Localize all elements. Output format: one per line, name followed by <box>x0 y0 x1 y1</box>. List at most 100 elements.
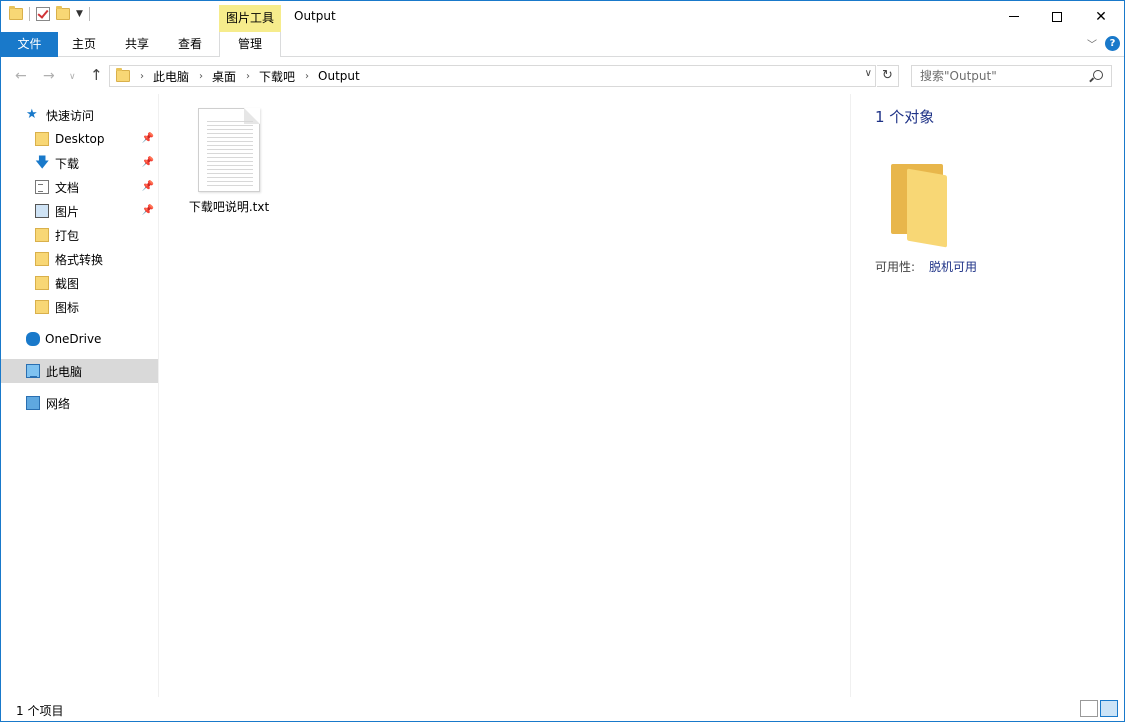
folder-icon[interactable] <box>9 6 23 20</box>
tab-home[interactable]: 主页 <box>61 32 107 57</box>
search-input[interactable] <box>920 66 1090 86</box>
address-dropdown-chevron-icon[interactable]: ∨ <box>865 68 872 79</box>
qat-separator <box>29 7 30 21</box>
quick-access-toolbar: ▼ <box>9 6 90 21</box>
sidebar-item-network[interactable]: 网络 <box>1 391 158 415</box>
close-button[interactable]: ✕ <box>1078 1 1124 32</box>
sidebar-item-label: 下载 <box>55 156 80 171</box>
expand-ribbon-chevron-icon[interactable]: ﹀ <box>1087 36 1097 51</box>
tab-manage[interactable]: 管理 <box>219 32 281 57</box>
sidebar-item-label: 快速访问 <box>46 108 95 123</box>
breadcrumb-separator-icon[interactable]: › <box>246 71 250 82</box>
pin-icon: 📌 <box>141 205 154 216</box>
refresh-icon: ↻ <box>882 68 893 83</box>
customize-qat-icon[interactable]: ▼ <box>76 9 83 19</box>
sidebar-item-icons[interactable]: 图标 <box>1 295 158 319</box>
title-bar: ▼ 图片工具 Output ✕ <box>1 1 1124 32</box>
large-folder-icon <box>891 164 947 248</box>
refresh-button[interactable]: ↻ <box>877 65 899 87</box>
search-box[interactable] <box>911 65 1112 87</box>
ribbon-tabs: 文件 主页 共享 查看 管理 ﹀ ? <box>1 32 1124 57</box>
recent-locations-chevron-icon[interactable]: ∨ <box>69 72 76 82</box>
forward-arrow-icon[interactable]: → <box>43 68 55 84</box>
folder-icon <box>35 276 49 290</box>
folder-front-shape <box>907 168 947 248</box>
file-name-label: 下载吧说明.txt <box>188 200 270 214</box>
maximize-icon <box>1052 11 1062 22</box>
sidebar-item-label: 此电脑 <box>46 364 83 379</box>
sidebar-item-documents[interactable]: 文档 📌 <box>1 175 158 199</box>
sidebar-item-screenshots[interactable]: 截图 <box>1 271 158 295</box>
text-lines-decoration <box>207 119 253 187</box>
status-bar: 1 个项目 <box>1 697 1124 721</box>
breadcrumb-separator-icon[interactable]: › <box>140 71 144 82</box>
minimize-icon <box>1009 16 1019 17</box>
sidebar-item-label: 图片 <box>55 204 80 219</box>
availability-label: 可用性: <box>875 260 916 274</box>
qat-separator <box>88 7 90 21</box>
large-icons-view-icon[interactable] <box>1100 700 1118 717</box>
sidebar-item-label: 文档 <box>55 180 80 195</box>
star-icon: ★ <box>26 107 38 122</box>
sidebar-item-label: 网络 <box>46 396 71 411</box>
sidebar-item-format-convert[interactable]: 格式转换 <box>1 247 158 271</box>
folder-icon <box>35 228 49 242</box>
sidebar-item-label: 图标 <box>55 300 80 315</box>
window-title: Output <box>294 9 336 23</box>
folder-icon <box>35 132 49 146</box>
ribbon-controls: ﹀ ? <box>1087 36 1120 51</box>
new-folder-icon[interactable] <box>56 6 70 20</box>
pictures-icon <box>35 204 49 218</box>
breadcrumb-output[interactable]: Output <box>318 69 360 83</box>
details-view-icon[interactable] <box>1080 700 1098 717</box>
maximize-button[interactable] <box>1034 1 1080 32</box>
details-pane: 1 个对象 可用性: 脱机可用 <box>850 94 1124 697</box>
folder-icon <box>35 252 49 266</box>
navigation-bar: ← → ∨ ↑ › 此电脑 › 桌面 › 下载吧 › Output ∨ ↻ <box>1 58 1124 94</box>
sidebar-item-pictures[interactable]: 图片 📌 <box>1 199 158 223</box>
file-list-view[interactable]: 下载吧说明.txt <box>160 94 849 697</box>
sidebar-item-label: 打包 <box>55 228 80 243</box>
breadcrumb-desktop[interactable]: 桌面 <box>212 68 236 85</box>
sidebar-item-this-pc[interactable]: 此电脑 <box>1 359 158 383</box>
search-icon[interactable] <box>1093 70 1103 80</box>
tab-view[interactable]: 查看 <box>167 32 213 57</box>
download-arrow-icon: 🡇 <box>35 155 50 171</box>
explorer-window: ▼ 图片工具 Output ✕ 文件 主页 共享 查看 管理 ﹀ ? ← → ∨… <box>0 0 1125 722</box>
breadcrumb-separator-icon[interactable]: › <box>199 71 203 82</box>
address-bar[interactable]: › 此电脑 › 桌面 › 下载吧 › Output ∨ <box>109 65 876 87</box>
cloud-icon <box>26 332 40 346</box>
breadcrumb-this-pc[interactable]: 此电脑 <box>153 68 189 85</box>
help-icon[interactable]: ? <box>1105 36 1120 51</box>
computer-icon <box>26 364 40 378</box>
tab-share[interactable]: 共享 <box>114 32 160 57</box>
sidebar-item-quick-access[interactable]: ★ 快速访问 <box>1 103 158 127</box>
item-count-status: 1 个项目 <box>16 704 64 718</box>
close-icon: ✕ <box>1095 8 1107 25</box>
sidebar-item-onedrive[interactable]: OneDrive <box>1 327 158 351</box>
sidebar-item-label: 格式转换 <box>55 252 104 267</box>
sidebar-item-label: Desktop <box>55 132 105 146</box>
file-item[interactable]: 下载吧说明.txt <box>188 108 270 215</box>
back-arrow-icon[interactable]: ← <box>15 68 27 84</box>
pin-icon: 📌 <box>141 157 154 168</box>
sidebar-item-dabao[interactable]: 打包 <box>1 223 158 247</box>
view-toggle-group <box>1080 700 1118 717</box>
breadcrumb-separator-icon[interactable]: › <box>305 71 309 82</box>
properties-icon[interactable] <box>36 7 50 21</box>
sidebar-item-label: OneDrive <box>45 332 102 346</box>
breadcrumb-xiazaiba[interactable]: 下载吧 <box>259 68 295 85</box>
pin-icon: 📌 <box>141 181 154 192</box>
sidebar-item-desktop[interactable]: Desktop 📌 <box>1 127 158 151</box>
selection-count-title: 1 个对象 <box>875 108 935 126</box>
up-arrow-icon[interactable]: ↑ <box>90 66 103 84</box>
tab-file[interactable]: 文件 <box>1 32 58 57</box>
minimize-button[interactable] <box>991 1 1037 32</box>
network-icon <box>26 396 40 410</box>
document-icon <box>35 180 49 194</box>
sidebar-item-downloads[interactable]: 🡇 下载 📌 <box>1 151 158 175</box>
availability-property: 可用性: 脱机可用 <box>875 258 977 275</box>
pin-icon: 📌 <box>141 133 154 144</box>
text-file-icon <box>198 108 260 192</box>
availability-value: 脱机可用 <box>929 260 978 274</box>
